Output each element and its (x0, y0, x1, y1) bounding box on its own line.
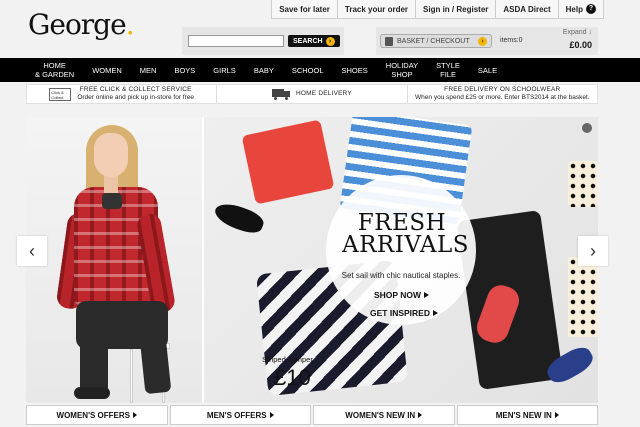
search-input[interactable] (188, 35, 284, 47)
nav-item-school[interactable]: SCHOOL (283, 66, 333, 75)
get-inspired-link[interactable]: GET INSPIRED (370, 308, 438, 318)
help-label: Help (565, 4, 583, 14)
search-area: SEARCH › (182, 27, 344, 55)
offer-label: WOMEN'S NEW IN (345, 410, 416, 420)
bag-icon (385, 36, 393, 46)
basket-items-count: items:0 (500, 37, 523, 44)
service-strip: Click & Collect FREE CLICK & COLLECT SER… (26, 84, 598, 104)
sign-in-register-link[interactable]: Sign in / Register (415, 0, 496, 19)
search-button-label: SEARCH (293, 37, 323, 45)
caret-right-icon (418, 412, 423, 418)
offer-label: MEN'S NEW IN (495, 410, 552, 420)
nav-item-home-garden[interactable]: HOME & GARDEN (26, 61, 83, 79)
home-delivery-label: HOME DELIVERY (296, 90, 352, 97)
click-collect-sub: Order online and pick up in-store for fr… (77, 94, 195, 101)
asda-direct-link[interactable]: ASDA Direct (495, 0, 558, 19)
price-caption: Striped Jumper (262, 355, 313, 364)
mens-offers-button[interactable]: MEN'S OFFERS (169, 405, 311, 425)
track-order-link[interactable]: Track your order (336, 0, 416, 19)
basket-expand-toggle[interactable]: Expand ↓ (563, 29, 592, 36)
get-inspired-label: GET INSPIRED (370, 308, 430, 318)
basket-total: £0.00 (569, 40, 592, 50)
nav-item-sale[interactable]: SALE (469, 66, 506, 75)
red-tshirt-image (241, 119, 335, 205)
schoolwear-title: FREE DELIVERY ON SCHOOLWEAR (444, 86, 561, 93)
basket-label: BASKET / CHECKOUT (397, 37, 470, 45)
hero-subtitle: Set sail with chic nautical staples. (341, 271, 461, 280)
click-collect-banner[interactable]: Click & Collect FREE CLICK & COLLECT SER… (27, 85, 218, 103)
basket-area: BASKET / CHECKOUT › items:0 Expand ↓ £0.… (376, 27, 598, 55)
nav-item-style-file[interactable]: STYLE FILE (427, 61, 469, 79)
offer-tabs: WOMEN'S OFFERS MEN'S OFFERS WOMEN'S NEW … (26, 405, 598, 425)
hero-clothes-image: FRESH ARRIVALS Set sail with chic nautic… (206, 117, 598, 403)
nav-item-boys[interactable]: BOYS (165, 66, 204, 75)
mens-new-in-button[interactable]: MEN'S NEW IN (456, 405, 598, 425)
hero-model-image (26, 117, 204, 403)
help-link[interactable]: Help ? (557, 0, 604, 19)
offer-label: MEN'S OFFERS (206, 410, 267, 420)
truck-icon (272, 88, 291, 100)
arrow-right-icon: › (478, 36, 487, 46)
hero-carousel[interactable]: FRESH ARRIVALS Set sail with chic nautic… (26, 117, 598, 403)
caret-right-icon (132, 412, 137, 418)
nav-item-men[interactable]: MEN (131, 66, 166, 75)
offer-label: WOMEN'S OFFERS (56, 410, 130, 420)
main-nav: HOME & GARDEN WOMEN MEN BOYS GIRLS BABY … (0, 58, 640, 82)
chevron-right-icon: › (590, 240, 596, 261)
utility-bar: Save for later Track your order Sign in … (271, 0, 604, 19)
ballet-flat-image (211, 199, 267, 237)
nav-item-holiday-shop[interactable]: HOLIDAY SHOP (377, 61, 427, 79)
nav-item-baby[interactable]: BABY (245, 66, 283, 75)
caret-right-icon (554, 412, 559, 418)
polka-dot-fabric-image (568, 257, 598, 337)
basket-checkout-button[interactable]: BASKET / CHECKOUT › (380, 34, 492, 48)
arrow-right-icon: › (325, 36, 335, 46)
nav-item-shoes[interactable]: SHOES (333, 66, 377, 75)
hero-title: FRESH ARRIVALS (342, 210, 470, 258)
chevron-left-icon: ‹ (29, 240, 35, 261)
womens-new-in-button[interactable]: WOMEN'S NEW IN (313, 405, 455, 425)
caret-right-icon (424, 292, 430, 298)
schoolwear-delivery-banner[interactable]: FREE DELIVERY ON SCHOOLWEAR When you spe… (408, 85, 597, 103)
caret-right-icon (432, 310, 438, 316)
nav-item-girls[interactable]: GIRLS (204, 66, 245, 75)
click-collect-title: FREE CLICK & COLLECT SERVICE (79, 86, 192, 93)
page: Save for later Track your order Sign in … (0, 0, 640, 427)
logo-dot: . (125, 8, 135, 41)
save-for-later-link[interactable]: Save for later (271, 0, 337, 19)
share-icon[interactable] (582, 123, 592, 133)
question-icon: ? (586, 4, 596, 14)
click-collect-icon: Click & Collect (49, 87, 72, 101)
shop-now-label: SHOP NOW (374, 290, 422, 300)
logo-text: George (28, 8, 127, 41)
nav-item-women[interactable]: WOMEN (83, 66, 131, 75)
schoolwear-sub: When you spend £25 or more. Enter BTS201… (415, 94, 590, 101)
shop-now-link[interactable]: SHOP NOW (374, 290, 430, 300)
home-delivery-banner[interactable]: HOME DELIVERY (217, 85, 408, 103)
polka-dot-fabric-image (568, 161, 598, 207)
womens-offers-button[interactable]: WOMEN'S OFFERS (26, 405, 168, 425)
carousel-next-button[interactable]: › (578, 236, 608, 266)
carousel-prev-button[interactable]: ‹ (17, 236, 47, 266)
caret-right-icon (269, 412, 274, 418)
price-label: £10 (274, 365, 311, 390)
search-button[interactable]: SEARCH › (288, 35, 340, 47)
george-logo[interactable]: George. (28, 8, 135, 41)
